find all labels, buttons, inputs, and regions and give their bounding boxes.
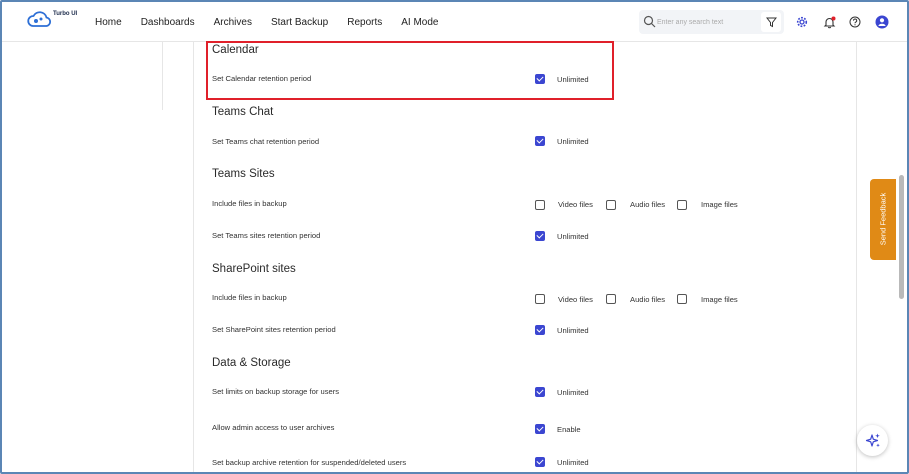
teams-sites-video-label: Video files: [558, 200, 593, 209]
filter-button[interactable]: [761, 12, 781, 32]
teams-sites-image-checkbox[interactable]: [677, 200, 687, 210]
teams-sites-include-label: Include files in backup: [212, 199, 287, 208]
admin-access-enable-label: Enable: [557, 425, 581, 434]
content-border-right: [856, 42, 857, 474]
gear-icon: [796, 16, 808, 28]
logo[interactable]: Turbo UI: [27, 10, 87, 34]
scrollbar-thumb[interactable]: [899, 175, 904, 299]
top-header: Turbo UI Home Dashboards Archives Start …: [2, 2, 907, 42]
sharepoint-image-label: Image files: [701, 295, 738, 304]
sharepoint-video-label: Video files: [558, 295, 593, 304]
nav-start-backup[interactable]: Start Backup: [271, 17, 328, 28]
search-icon: [643, 15, 656, 28]
content-border-left: [193, 42, 194, 474]
cloud-logo-icon: [27, 11, 52, 27]
teams-sites-video-checkbox[interactable]: [535, 200, 545, 210]
logo-text: Turbo UI: [53, 11, 78, 17]
calendar-highlight-box: [206, 41, 614, 100]
search-box: [639, 10, 784, 34]
sharepoint-unlimited-label: Unlimited: [557, 326, 589, 335]
filter-icon: [765, 17, 777, 27]
sharepoint-retention-label: Set SharePoint sites retention period: [212, 325, 336, 334]
teams-chat-retention-label: Set Teams chat retention period: [212, 137, 320, 146]
section-title-sharepoint: SharePoint sites: [212, 263, 296, 275]
teams-sites-unlimited-checkbox[interactable]: [535, 231, 545, 241]
sharepoint-image-checkbox[interactable]: [677, 294, 687, 304]
sparkle-icon: [865, 433, 880, 447]
ai-assistant-button[interactable]: [857, 425, 888, 456]
main-nav: Home Dashboards Archives Start Backup Re…: [95, 2, 458, 42]
question-circle-icon: [849, 16, 861, 28]
nav-dashboards[interactable]: Dashboards: [141, 17, 195, 28]
teams-chat-unlimited-label: Unlimited: [557, 137, 589, 146]
storage-limits-label: Set limits on backup storage for users: [212, 387, 340, 396]
send-feedback-button[interactable]: Send Feedback: [870, 179, 896, 260]
sharepoint-unlimited-checkbox[interactable]: [535, 325, 545, 335]
search-input[interactable]: [657, 13, 757, 31]
settings-button[interactable]: [794, 14, 810, 30]
section-title-teams-chat: Teams Chat: [212, 106, 274, 118]
teams-sites-retention-label: Set Teams sites retention period: [212, 231, 321, 240]
notifications-button[interactable]: [821, 14, 837, 30]
bell-icon: [823, 16, 835, 28]
storage-limits-unlimited-checkbox[interactable]: [535, 387, 545, 397]
teams-sites-image-label: Image files: [701, 200, 738, 209]
sharepoint-audio-label: Audio files: [630, 295, 666, 304]
teams-sites-unlimited-label: Unlimited: [557, 232, 589, 241]
teams-chat-unlimited-checkbox[interactable]: [535, 136, 545, 146]
send-feedback-label: Send Feedback: [878, 192, 888, 246]
user-avatar[interactable]: [874, 14, 890, 30]
user-icon: [875, 15, 889, 29]
nav-archives[interactable]: Archives: [214, 17, 252, 28]
section-title-teams-sites: Teams Sites: [212, 168, 275, 180]
section-title-data-storage: Data & Storage: [212, 357, 291, 369]
sharepoint-include-label: Include files in backup: [212, 293, 287, 302]
nav-reports[interactable]: Reports: [347, 17, 382, 28]
admin-access-label: Allow admin access to user archives: [212, 423, 335, 432]
sidebar-divider: [162, 42, 163, 110]
archive-retention-unlimited-checkbox[interactable]: [535, 457, 545, 467]
admin-access-enable-checkbox[interactable]: [535, 424, 545, 434]
help-button[interactable]: [847, 14, 863, 30]
storage-limits-unlimited-label: Unlimited: [557, 388, 589, 397]
sharepoint-audio-checkbox[interactable]: [606, 294, 616, 304]
archive-retention-unlimited-label: Unlimited: [557, 458, 589, 467]
sharepoint-video-checkbox[interactable]: [535, 294, 545, 304]
nav-ai-mode[interactable]: AI Mode: [401, 17, 438, 28]
teams-sites-audio-checkbox[interactable]: [606, 200, 616, 210]
teams-sites-audio-label: Audio files: [630, 200, 666, 209]
archive-retention-label: Set backup archive retention for suspend…: [212, 458, 407, 467]
nav-home[interactable]: Home: [95, 17, 122, 28]
